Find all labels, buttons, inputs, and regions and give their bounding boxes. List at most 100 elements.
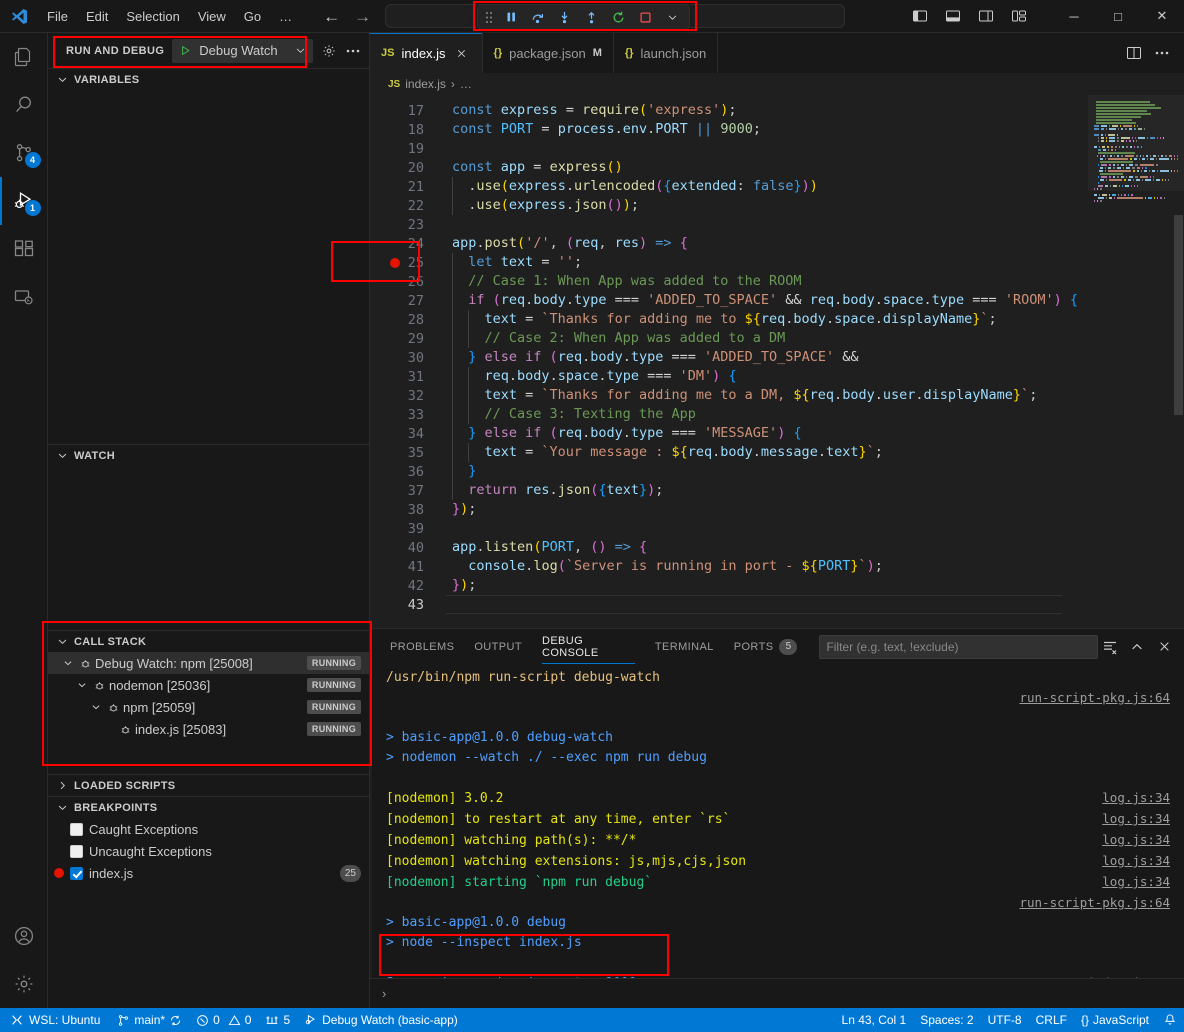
console-source-link[interactable]: run-script-pkg.js:64 [1007, 893, 1170, 913]
activitybar-item-source-control[interactable]: 4 [0, 129, 48, 177]
line-number[interactable]: 34 [370, 424, 446, 443]
breadcrumb-file[interactable]: index.js [405, 77, 446, 91]
debug-console-output[interactable]: /usr/bin/npm run-script debug-watchrun-s… [370, 664, 1184, 978]
call-stack-row[interactable]: nodemon [25036] RUNNING [48, 674, 369, 696]
code-line[interactable]: if (req.body.type === 'ADDED_TO_SPACE' &… [446, 291, 1088, 310]
breadcrumb-symbol[interactable]: … [460, 77, 472, 91]
console-source-link[interactable]: log.js:34 [1090, 851, 1170, 871]
chevron-down-icon[interactable] [295, 45, 306, 56]
chevron-down-icon[interactable] [74, 680, 90, 690]
code-line[interactable]: .use(express.urlencoded({extended: false… [446, 177, 1088, 196]
stop-button[interactable] [633, 6, 658, 28]
menu-view[interactable]: View [189, 5, 235, 28]
line-number[interactable]: 39 [370, 519, 446, 538]
play-icon[interactable] [179, 44, 192, 57]
close-button[interactable]: ✕ [1140, 0, 1184, 33]
status-notifications[interactable] [1156, 1008, 1184, 1032]
line-number[interactable]: 31 [370, 367, 446, 386]
minimap[interactable] [1088, 95, 1184, 628]
line-number-gutter[interactable]: 1718192021222324252627282930313233343536… [370, 95, 446, 628]
status-problems[interactable]: 0 0 [189, 1008, 258, 1032]
code-line[interactable]: text = `Your message : ${req.body.messag… [446, 443, 1088, 462]
split-editor-icon[interactable] [1122, 41, 1146, 65]
maximize-button[interactable]: □ [1096, 0, 1140, 33]
code-line[interactable] [446, 519, 1088, 538]
sidebar-more-actions-icon[interactable] [345, 43, 361, 59]
debug-more-button[interactable] [660, 6, 685, 28]
step-over-button[interactable] [525, 6, 550, 28]
status-debug-session[interactable]: Debug Watch (basic-app) [297, 1008, 465, 1032]
breakpoint-checkbox[interactable] [70, 845, 83, 858]
line-number[interactable]: 28 [370, 310, 446, 329]
debug-settings-gear-icon[interactable] [321, 43, 337, 59]
breakpoint-row-index-js[interactable]: index.js 25 [48, 862, 369, 884]
status-language-mode[interactable]: {} JavaScript [1074, 1008, 1156, 1032]
minimize-button[interactable]: ─ [1052, 0, 1096, 33]
drag-handle-icon[interactable] [482, 11, 496, 24]
line-number[interactable]: 20 [370, 158, 446, 177]
panel-tab-ports[interactable]: PORTS 5 [724, 629, 808, 664]
chevron-down-icon[interactable] [60, 658, 76, 668]
call-stack-row[interactable]: npm [25059] RUNNING [48, 696, 369, 718]
line-number[interactable]: 27 [370, 291, 446, 310]
menu-file[interactable]: File [38, 5, 77, 28]
arrow-left-icon[interactable]: ← [323, 8, 340, 25]
line-number[interactable]: 38 [370, 500, 446, 519]
menu-more[interactable]: … [270, 5, 301, 28]
code-line[interactable]: app.listen(PORT, () => { [446, 538, 1088, 557]
code-line[interactable]: text = `Thanks for adding me to a DM, ${… [446, 386, 1088, 405]
toggle-panel-icon[interactable] [938, 3, 968, 29]
menu-selection[interactable]: Selection [117, 5, 188, 28]
activitybar-item-search[interactable] [0, 81, 48, 129]
pause-button[interactable] [498, 6, 523, 28]
debug-console-input[interactable]: › [370, 978, 1184, 1008]
activitybar-item-explorer[interactable] [0, 33, 48, 81]
panel-tab-output[interactable]: OUTPUT [464, 629, 532, 664]
code-line[interactable]: return res.json({text}); [446, 481, 1088, 500]
code-line[interactable]: }); [446, 500, 1088, 519]
line-number[interactable]: 41 [370, 557, 446, 576]
toggle-primary-sidebar-icon[interactable] [905, 3, 935, 29]
code-line[interactable]: console.log(`Server is running in port -… [446, 557, 1088, 576]
section-variables-header[interactable]: VARIABLES [48, 68, 369, 90]
line-number[interactable]: 36 [370, 462, 446, 481]
code-area[interactable]: 1718192021222324252627282930313233343536… [370, 95, 1088, 628]
console-source-link[interactable]: index.js:41 [1075, 973, 1170, 978]
breakpoint-marker-icon[interactable] [390, 258, 400, 268]
activitybar-item-manage-gear-icon[interactable] [0, 960, 48, 1008]
editor-more-actions-icon[interactable] [1150, 41, 1174, 65]
section-watch-header[interactable]: WATCH [48, 444, 369, 466]
console-source-link[interactable]: log.js:34 [1090, 809, 1170, 829]
line-number[interactable]: 33 [370, 405, 446, 424]
code-line[interactable]: text = `Thanks for adding me to ${req.bo… [446, 310, 1088, 329]
code-line[interactable]: req.body.space.type === 'DM') { [446, 367, 1088, 386]
arrow-right-icon[interactable]: → [354, 8, 371, 25]
activitybar-item-extensions[interactable] [0, 225, 48, 273]
line-number[interactable]: 25 [370, 253, 446, 272]
status-ports[interactable]: 5 [258, 1008, 297, 1032]
tab-package-json[interactable]: {} package.json M [483, 33, 614, 73]
line-number[interactable]: 21 [370, 177, 446, 196]
editor-scrollbar[interactable] [1174, 215, 1183, 415]
chevron-down-icon[interactable] [88, 702, 104, 712]
launch-configuration-select[interactable]: Debug Watch [172, 39, 313, 63]
line-number[interactable]: 37 [370, 481, 446, 500]
status-branch[interactable]: main* [110, 1008, 189, 1032]
customize-layout-icon[interactable] [1004, 3, 1034, 29]
code-line[interactable]: }); [446, 576, 1088, 595]
close-panel-icon[interactable] [1152, 635, 1176, 659]
code-line[interactable]: } [446, 462, 1088, 481]
code-line[interactable] [446, 139, 1088, 158]
line-number[interactable]: 23 [370, 215, 446, 234]
status-indentation[interactable]: Spaces: 2 [913, 1008, 980, 1032]
code-line[interactable] [446, 215, 1088, 234]
step-into-button[interactable] [552, 6, 577, 28]
step-out-button[interactable] [579, 6, 604, 28]
line-number[interactable]: 35 [370, 443, 446, 462]
status-remote-indicator[interactable]: WSL: Ubuntu [0, 1008, 110, 1032]
restart-button[interactable] [606, 6, 631, 28]
section-call-stack-header[interactable]: CALL STACK [48, 630, 369, 652]
code-line[interactable]: } else if (req.body.type === 'MESSAGE') … [446, 424, 1088, 443]
sync-icon[interactable] [169, 1014, 182, 1027]
section-loaded-scripts-header[interactable]: LOADED SCRIPTS [48, 774, 369, 796]
